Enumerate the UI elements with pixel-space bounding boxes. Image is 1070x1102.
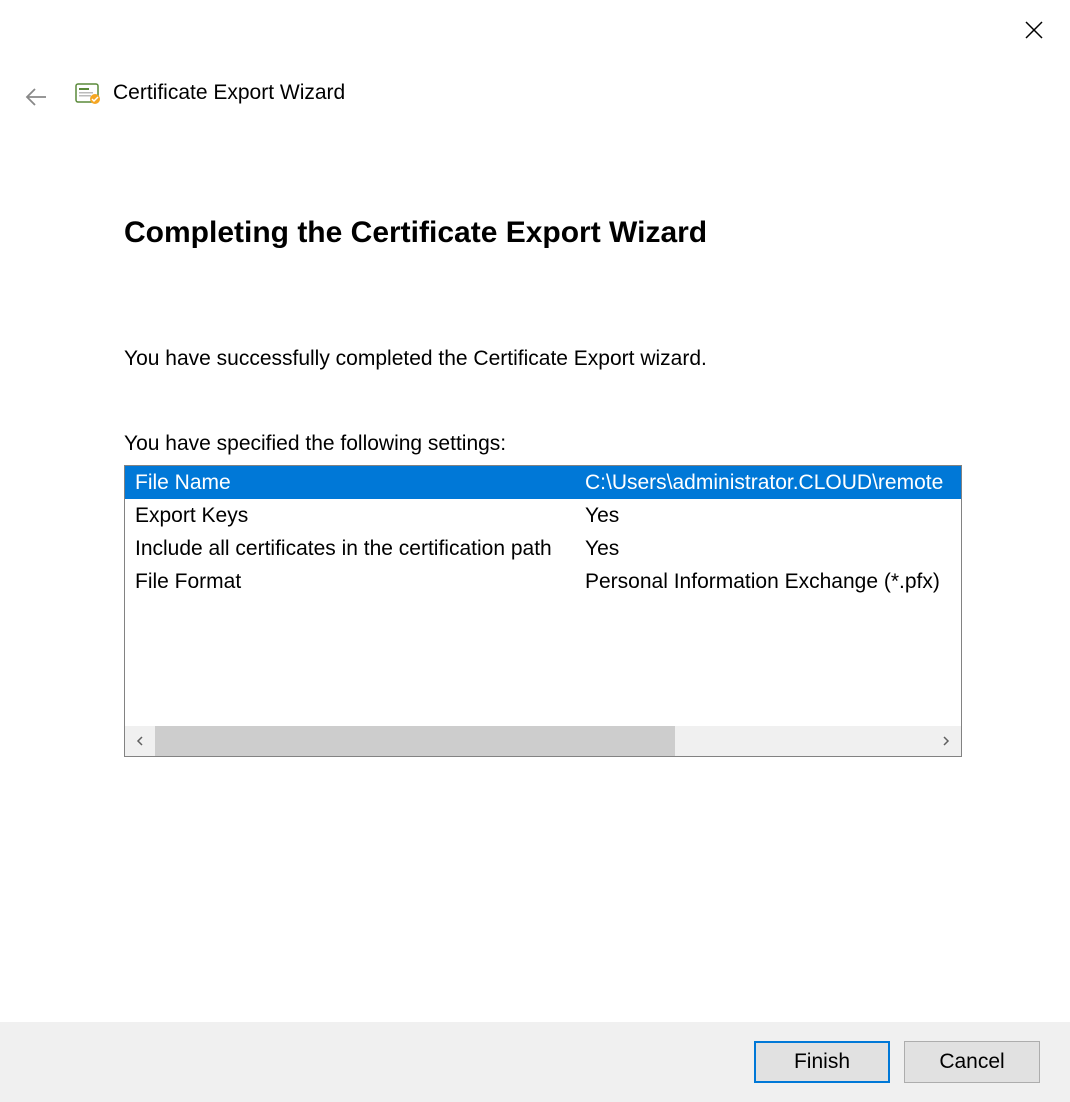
success-message: You have successfully completed the Cert… (124, 347, 962, 371)
settings-value: C:\Users\administrator.CLOUD\remote (585, 471, 961, 495)
scrollbar-track[interactable] (155, 726, 931, 756)
wizard-title: Certificate Export Wizard (113, 81, 345, 105)
back-arrow-icon (23, 84, 49, 110)
back-button[interactable] (22, 83, 50, 111)
close-button[interactable] (1022, 18, 1046, 42)
scrollbar-thumb[interactable] (155, 726, 675, 756)
footer-bar: Finish Cancel (0, 1022, 1070, 1102)
settings-key: File Format (125, 570, 585, 594)
settings-listbox[interactable]: File NameC:\Users\administrator.CLOUD\re… (124, 465, 962, 757)
chevron-right-icon (941, 736, 951, 746)
settings-value: Yes (585, 537, 961, 561)
settings-row[interactable]: File FormatPersonal Information Exchange… (125, 565, 961, 598)
settings-value: Yes (585, 504, 961, 528)
settings-key: File Name (125, 471, 585, 495)
cancel-button[interactable]: Cancel (904, 1041, 1040, 1083)
scroll-left-button[interactable] (125, 726, 155, 756)
settings-row[interactable]: File NameC:\Users\administrator.CLOUD\re… (125, 466, 961, 499)
settings-row[interactable]: Export KeysYes (125, 499, 961, 532)
settings-row[interactable]: Include all certificates in the certific… (125, 532, 961, 565)
chevron-left-icon (135, 736, 145, 746)
page-heading: Completing the Certificate Export Wizard (124, 215, 962, 251)
content-area: Completing the Certificate Export Wizard… (124, 215, 962, 757)
horizontal-scrollbar[interactable] (125, 726, 961, 756)
settings-value: Personal Information Exchange (*.pfx) (585, 570, 961, 594)
settings-label: You have specified the following setting… (124, 432, 962, 456)
settings-key: Include all certificates in the certific… (125, 537, 585, 561)
scroll-right-button[interactable] (931, 726, 961, 756)
finish-button[interactable]: Finish (754, 1041, 890, 1083)
certificate-wizard-icon (73, 79, 103, 109)
close-icon (1024, 20, 1044, 40)
settings-key: Export Keys (125, 504, 585, 528)
